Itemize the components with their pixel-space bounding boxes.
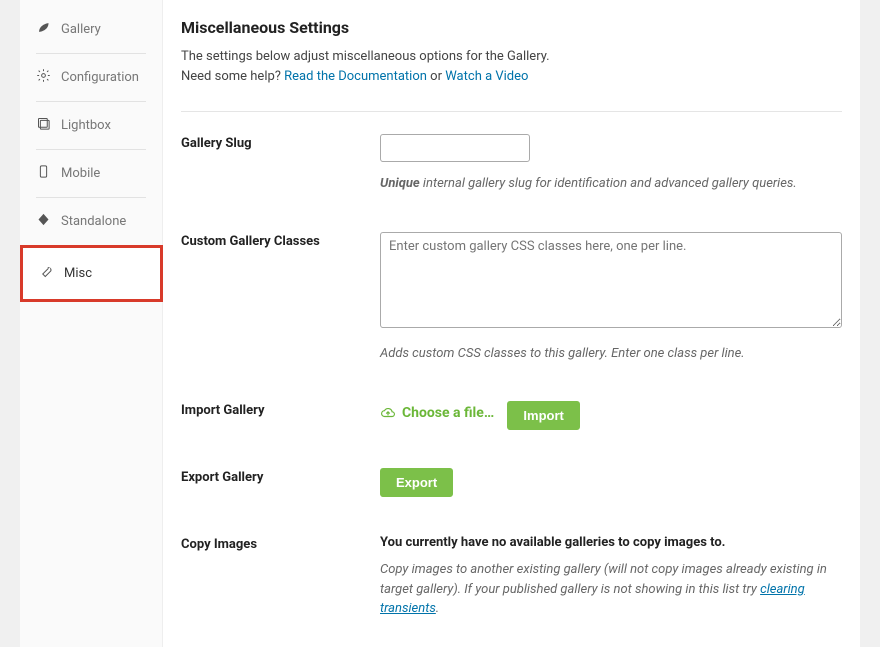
helper-text: Unique internal gallery slug for identif… — [380, 174, 842, 194]
leaf-icon — [36, 20, 51, 39]
sidebar-item-configuration[interactable]: Configuration — [20, 54, 162, 101]
divider — [181, 111, 842, 112]
field-export-gallery: Export Gallery Export — [181, 468, 842, 497]
sidebar-item-label: Gallery — [61, 22, 101, 37]
copy-helper-part2: . — [436, 601, 439, 616]
doc-link[interactable]: Read the Documentation — [284, 69, 427, 84]
helper-rest: internal gallery slug for identification… — [420, 176, 797, 191]
helper-text: Copy images to another existing gallery … — [380, 560, 842, 619]
choose-file-label: Choose a file… — [402, 405, 494, 421]
helper-bold: Unique — [380, 176, 420, 191]
field-label: Gallery Slug — [181, 134, 380, 151]
field-import-gallery: Import Gallery Choose a file… Import — [181, 401, 842, 430]
import-button[interactable]: Import — [507, 401, 579, 430]
sidebar-item-label: Configuration — [61, 70, 139, 85]
sidebar-item-standalone[interactable]: Standalone — [20, 198, 162, 245]
lightbox-icon — [36, 116, 51, 135]
field-label: Export Gallery — [181, 468, 380, 485]
intro-text: The settings below adjust miscellaneous … — [181, 47, 842, 87]
field-copy-images: Copy Images You currently have no availa… — [181, 535, 842, 619]
sidebar-item-label: Misc — [64, 266, 92, 281]
sidebar-item-label: Standalone — [61, 214, 126, 229]
video-link[interactable]: Watch a Video — [445, 69, 528, 84]
cloud-upload-icon — [380, 406, 396, 420]
sidebar-item-gallery[interactable]: Gallery — [20, 6, 162, 53]
slug-input[interactable] — [380, 134, 530, 162]
sidebar: Gallery Configuration Lightbox Mobile — [20, 0, 163, 647]
copy-title: You currently have no available gallerie… — [380, 535, 842, 550]
highlight-box: Misc — [20, 245, 163, 302]
sidebar-item-lightbox[interactable]: Lightbox — [20, 102, 162, 149]
classes-textarea[interactable] — [380, 232, 842, 328]
helper-text: Adds custom CSS classes to this gallery.… — [380, 344, 842, 364]
wrench-icon — [39, 264, 54, 283]
diamond-icon — [36, 212, 51, 231]
intro-help-prefix: Need some help? — [181, 69, 284, 84]
intro-line1: The settings below adjust miscellaneous … — [181, 49, 550, 64]
field-label: Copy Images — [181, 535, 380, 552]
sidebar-item-label: Lightbox — [61, 118, 111, 133]
field-label: Custom Gallery Classes — [181, 232, 380, 249]
page-title: Miscellaneous Settings — [181, 18, 842, 37]
choose-file-link[interactable]: Choose a file… — [380, 405, 494, 421]
field-label: Import Gallery — [181, 401, 380, 418]
field-custom-classes: Custom Gallery Classes Adds custom CSS c… — [181, 232, 842, 364]
sidebar-item-label: Mobile — [61, 166, 100, 181]
sidebar-item-misc[interactable]: Misc — [23, 248, 160, 299]
field-gallery-slug: Gallery Slug Unique internal gallery slu… — [181, 134, 842, 194]
main-content: Miscellaneous Settings The settings belo… — [163, 0, 860, 647]
gear-icon — [36, 68, 51, 87]
export-button[interactable]: Export — [380, 468, 453, 497]
intro-or: or — [427, 69, 445, 84]
mobile-icon — [36, 164, 51, 183]
sidebar-item-mobile[interactable]: Mobile — [20, 150, 162, 197]
